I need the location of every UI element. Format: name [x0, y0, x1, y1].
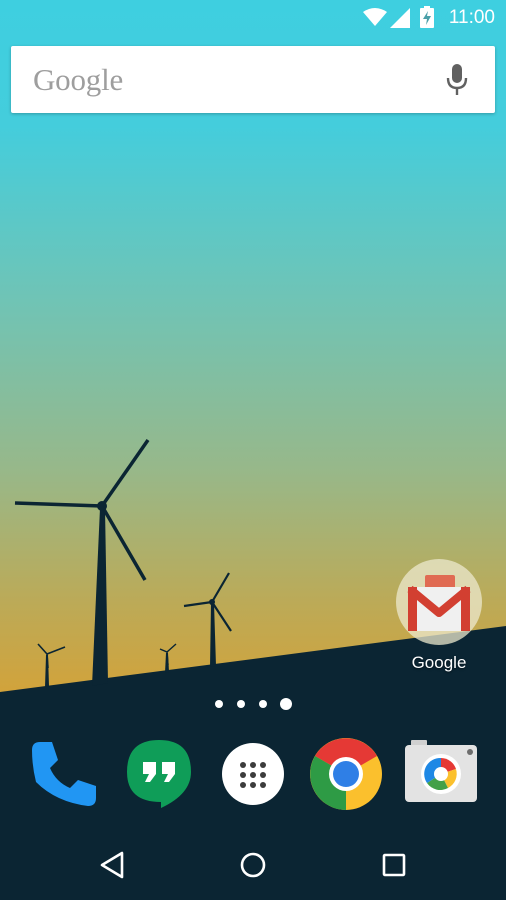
- recents-icon[interactable]: [379, 850, 409, 880]
- clock: 11:00: [448, 7, 495, 28]
- camera-icon[interactable]: [403, 736, 479, 812]
- navigation-bar: [0, 830, 506, 900]
- gmail-icon: [407, 575, 471, 631]
- hangouts-icon[interactable]: [121, 736, 197, 812]
- back-icon[interactable]: [98, 850, 128, 880]
- home-icon[interactable]: [238, 850, 268, 880]
- google-logo: Google: [33, 62, 124, 97]
- page-dot: [259, 700, 267, 708]
- status-bar[interactable]: 11:00: [0, 0, 506, 34]
- phone-icon[interactable]: [26, 736, 102, 812]
- page-indicator: [0, 696, 506, 712]
- folder-label: Google: [411, 653, 467, 672]
- page-dot: [215, 700, 223, 708]
- mic-icon[interactable]: [445, 64, 469, 96]
- app-drawer-icon[interactable]: [215, 736, 291, 812]
- battery-charging-icon: [420, 6, 434, 28]
- page-dot: [237, 700, 245, 708]
- chrome-icon[interactable]: [308, 736, 384, 812]
- cell-signal-icon: [390, 8, 410, 28]
- google-search-bar[interactable]: Google: [11, 46, 495, 113]
- google-folder[interactable]: Google: [396, 559, 482, 673]
- wifi-icon: [363, 8, 387, 26]
- folder-background: [396, 559, 482, 645]
- page-dot-current: [280, 698, 292, 710]
